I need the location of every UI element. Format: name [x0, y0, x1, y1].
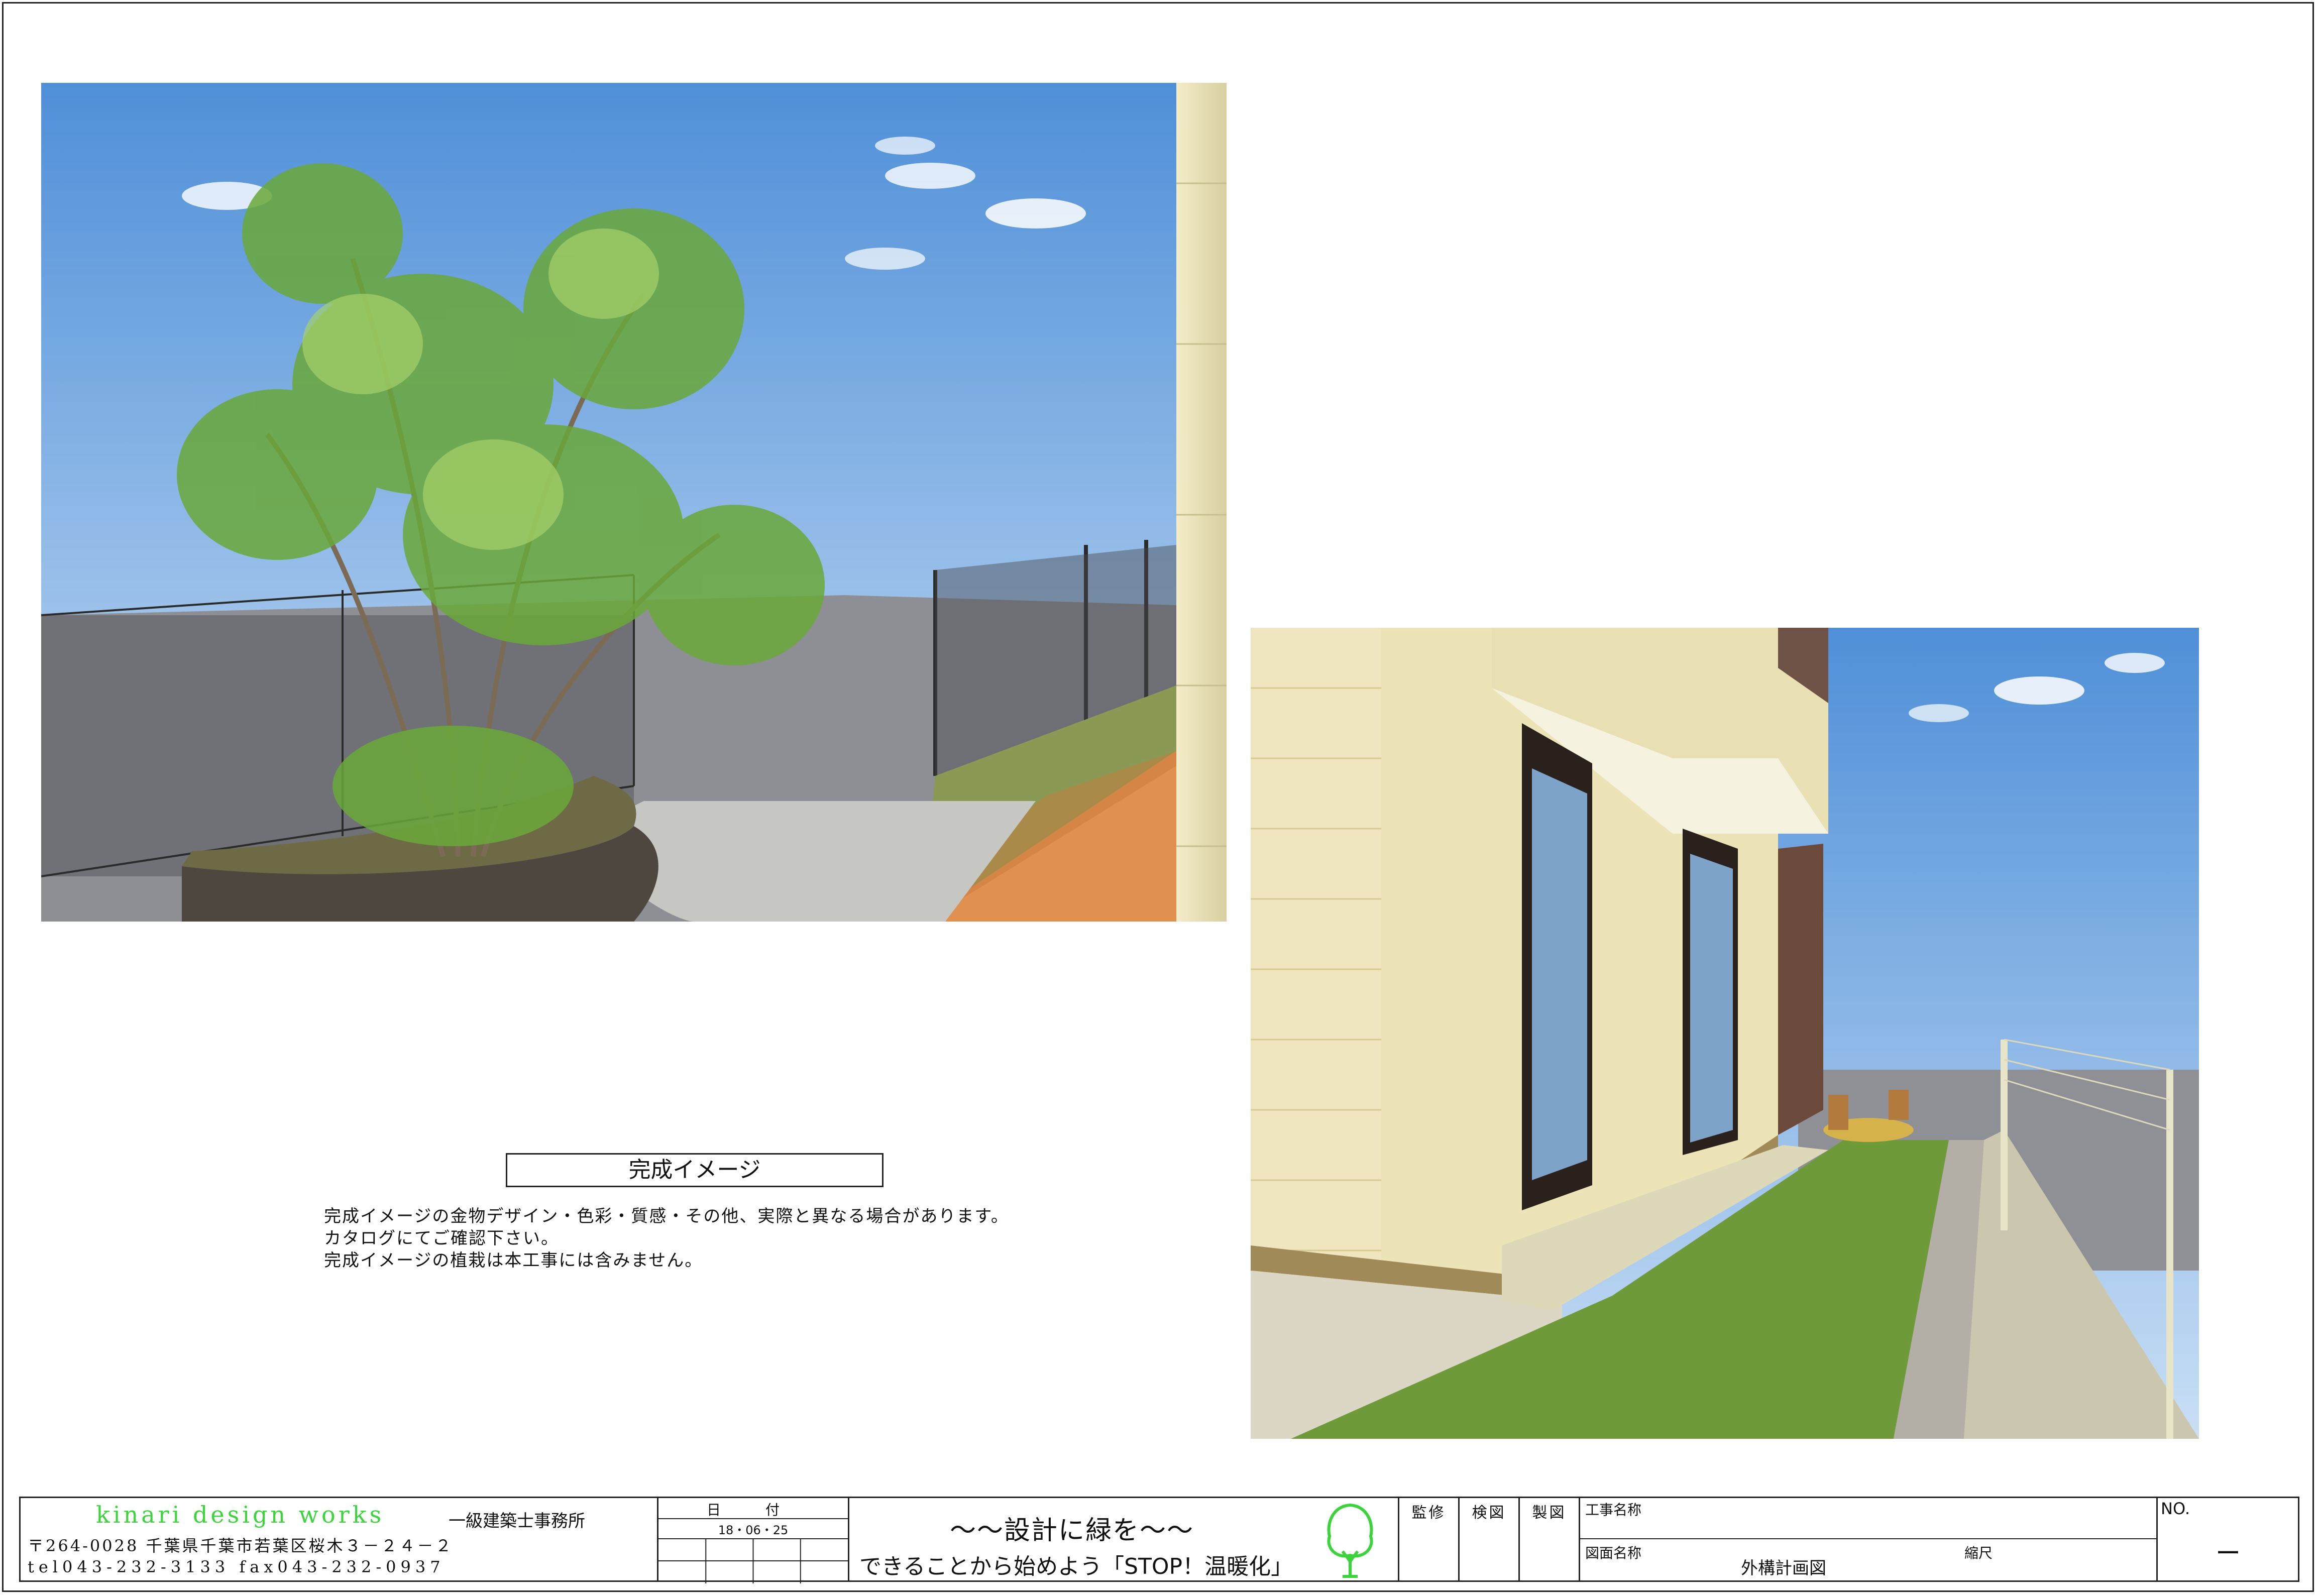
- sig-label: 検図: [1472, 1504, 1506, 1522]
- render-image-side-garden: [1251, 628, 2199, 1439]
- firm-cell: kinari design works 一級建築士事務所 〒264-0028 千…: [21, 1498, 658, 1580]
- note-line: カタログにてご確認下さい。: [324, 1228, 559, 1248]
- date-label: 日 付: [707, 1502, 800, 1518]
- slogan-cell: 〜〜設計に緑を〜〜 できることから始めよう「STOP！温暖化」: [849, 1498, 1399, 1580]
- date-grid: [658, 1538, 848, 1583]
- drawing-value: 外構計画図: [1741, 1558, 1826, 1578]
- no-label: NO.: [2161, 1499, 2190, 1518]
- note-line: 完成イメージの植栽は本工事には含みません。: [324, 1250, 703, 1271]
- divider: [658, 1518, 848, 1519]
- divider: [1580, 1538, 2156, 1539]
- project-label: 工事名称: [1585, 1502, 1642, 1518]
- render-image-front-garden: [41, 83, 1227, 922]
- date-value: 18・06・25: [718, 1523, 789, 1537]
- number-cell: NO. ー: [2158, 1498, 2298, 1580]
- disclaimer-notes: 完成イメージの金物デザイン・色彩・質感・その他、実際と異なる場合があります。 カ…: [324, 1205, 1009, 1272]
- sig-label: 監修: [1411, 1504, 1446, 1522]
- scale-label: 縮尺: [1964, 1545, 1993, 1561]
- sig-cell-supervision: 監修: [1399, 1498, 1460, 1580]
- drawing-label: 図面名称: [1585, 1545, 1642, 1561]
- slogan-main: 〜〜設計に緑を〜〜: [950, 1516, 1194, 1546]
- no-value: ー: [2216, 1539, 2241, 1568]
- slogan-sub: できることから始めよう「STOP！温暖化」: [859, 1554, 1293, 1579]
- sig-label: 製図: [1532, 1504, 1567, 1522]
- note-line: 完成イメージの金物デザイン・色彩・質感・その他、実際と異なる場合があります。: [324, 1206, 1009, 1226]
- caption-title: 完成イメージ: [506, 1153, 884, 1187]
- project-cell: 工事名称 図面名称 縮尺 外構計画図: [1580, 1498, 2158, 1580]
- firm-type: 一級建築士事務所: [449, 1511, 585, 1531]
- date-cell: 日 付 18・06・25: [658, 1498, 849, 1583]
- title-block: kinari design works 一級建築士事務所 〒264-0028 千…: [19, 1497, 2299, 1583]
- sig-cell-check: 検図: [1460, 1498, 1520, 1580]
- firm-address: 〒264-0028 千葉県千葉市若葉区桜木３－２４－２: [28, 1536, 454, 1555]
- tree-logo-icon: [1327, 1503, 1373, 1578]
- sig-cell-draft: 製図: [1520, 1498, 1580, 1580]
- firm-tel-fax: tel043-232-3133 fax043-232-0937: [28, 1557, 445, 1576]
- firm-name: kinari design works: [96, 1501, 385, 1528]
